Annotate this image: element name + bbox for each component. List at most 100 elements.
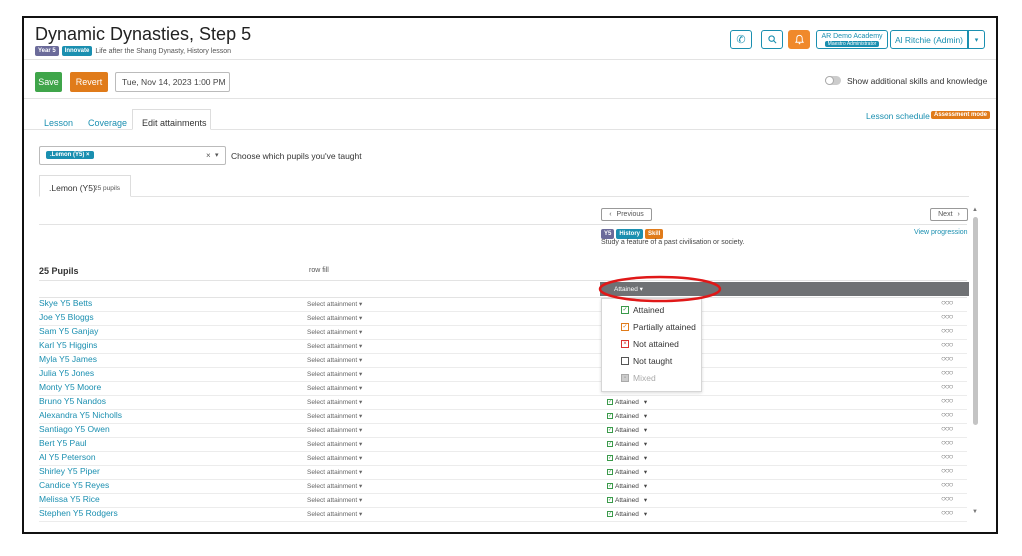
select-attainment[interactable]: Select attainment ▾	[307, 510, 362, 518]
pupil-name[interactable]: Shirley Y5 Piper	[39, 466, 100, 476]
search-button[interactable]	[761, 30, 783, 49]
select-attainment[interactable]: Select attainment ▾	[307, 314, 362, 322]
select-attainment[interactable]: Select attainment ▾	[307, 454, 362, 462]
pupil-name[interactable]: Julia Y5 Jones	[39, 368, 94, 378]
pupil-name[interactable]: Melissa Y5 Rice	[39, 494, 100, 504]
pupil-name[interactable]: Skye Y5 Betts	[39, 298, 92, 308]
clear-icon[interactable]: ×	[206, 151, 211, 160]
pupil-name[interactable]: Joe Y5 Bloggs	[39, 312, 94, 322]
save-button[interactable]: Save	[35, 72, 62, 92]
select-attainment[interactable]: Select attainment ▾	[307, 426, 362, 434]
select-attainment[interactable]: Select attainment ▾	[307, 496, 362, 504]
select-attainment[interactable]: Select attainment ▾	[307, 412, 362, 420]
user-menu[interactable]: Al Ritchie (Admin)	[890, 30, 968, 49]
attainment-value[interactable]: ✓ Attained ▾	[607, 426, 647, 434]
attainment-value[interactable]: ✓ Attained ▾	[607, 510, 647, 518]
select-attainment[interactable]: Select attainment ▾	[307, 342, 362, 350]
view-progression-link[interactable]: View progression	[914, 229, 968, 236]
pupil-name[interactable]: Sam Y5 Ganjay	[39, 326, 98, 336]
class-tab[interactable]: .Lemon (Y5) 25 pupils	[39, 175, 131, 197]
select-attainment[interactable]: Select attainment ▾	[307, 482, 362, 490]
progress-circles-icon[interactable]: ○○○	[941, 494, 953, 503]
dropdown-option[interactable]: ✓ Attained	[621, 305, 664, 315]
scroll-down-icon[interactable]: ▼	[972, 509, 978, 515]
progress-circles-icon[interactable]: ○○○	[941, 438, 953, 447]
divider	[131, 196, 969, 197]
progress-circles-icon[interactable]: ○○○	[941, 508, 953, 517]
scrollbar[interactable]: ▲ ▼	[972, 207, 980, 517]
previous-button[interactable]: ‹ Previous	[601, 208, 652, 221]
select-attainment[interactable]: Select attainment ▾	[307, 328, 362, 336]
option-checkbox-icon: ✓	[621, 323, 629, 331]
dropdown-option[interactable]: × Not attained	[621, 339, 679, 349]
pupil-name[interactable]: Al Y5 Peterson	[39, 452, 96, 462]
progress-circles-icon[interactable]: ○○○	[941, 368, 953, 377]
pupil-name[interactable]: Stephen Y5 Rodgers	[39, 508, 118, 518]
select-attainment[interactable]: Select attainment ▾	[307, 468, 362, 476]
check-icon: ✓	[607, 497, 613, 503]
pupil-name[interactable]: Bert Y5 Paul	[39, 438, 87, 448]
dropdown-option[interactable]: ✓ Partially attained	[621, 322, 696, 332]
pupil-name[interactable]: Candice Y5 Reyes	[39, 480, 109, 490]
chevron-down-icon: ▾	[643, 413, 648, 420]
select-attainment[interactable]: Select attainment ▾	[307, 300, 362, 308]
select-attainment[interactable]: Select attainment ▾	[307, 440, 362, 448]
pupil-name[interactable]: Bruno Y5 Nandos	[39, 396, 106, 406]
lesson-schedule-link[interactable]: Lesson schedule	[866, 111, 930, 121]
lesson-datetime[interactable]: Tue, Nov 14, 2023 1:00 PM	[115, 72, 230, 92]
chip-close-icon[interactable]: ×	[86, 152, 90, 158]
progress-circles-icon[interactable]: ○○○	[941, 452, 953, 461]
chevron-down-icon: ▾	[643, 511, 648, 518]
scroll-up-icon[interactable]: ▲	[972, 207, 978, 213]
academy-switcher[interactable]: AR Demo Academy Maestro Administrator	[816, 30, 888, 49]
check-icon: ✓	[607, 399, 613, 405]
attainment-value[interactable]: ✓ Attained ▾	[607, 440, 647, 448]
tab-coverage[interactable]: Coverage	[88, 118, 127, 128]
chevron-down-icon[interactable]: ▾	[215, 151, 219, 159]
attainment-value[interactable]: ✓ Attained ▾	[607, 468, 647, 476]
chevron-right-icon: ›	[957, 211, 960, 218]
attainment-label: Attained	[615, 468, 639, 476]
pupil-name[interactable]: Myla Y5 James	[39, 354, 97, 364]
progress-circles-icon[interactable]: ○○○	[941, 410, 953, 419]
pupil-name[interactable]: Karl Y5 Higgins	[39, 340, 97, 350]
attainment-value[interactable]: ✓ Attained ▾	[607, 412, 647, 420]
progress-circles-icon[interactable]: ○○○	[941, 466, 953, 475]
progress-circles-icon[interactable]: ○○○	[941, 312, 953, 321]
select-attainment[interactable]: Select attainment ▾	[307, 398, 362, 406]
next-button[interactable]: Next ›	[930, 208, 968, 221]
class-select[interactable]: .Lemon (Y5) × × ▾	[39, 146, 226, 165]
attainment-value[interactable]: ✓ Attained ▾	[607, 496, 647, 504]
attainment-value[interactable]: ✓ Attained ▾	[607, 398, 647, 406]
revert-button[interactable]: Revert	[70, 72, 108, 92]
divider	[24, 98, 996, 99]
progress-circles-icon[interactable]: ○○○	[941, 480, 953, 489]
progress-circles-icon[interactable]: ○○○	[941, 326, 953, 335]
user-name: Al Ritchie (Admin)	[894, 34, 964, 45]
user-menu-toggle[interactable]: ▾	[968, 30, 985, 49]
select-attainment[interactable]: Select attainment ▾	[307, 384, 362, 392]
year-tag: Year 5	[35, 46, 59, 56]
select-attainment[interactable]: Select attainment ▾	[307, 370, 362, 378]
progress-circles-icon[interactable]: ○○○	[941, 354, 953, 363]
progress-circles-icon[interactable]: ○○○	[941, 382, 953, 391]
pupil-name[interactable]: Monty Y5 Moore	[39, 382, 101, 392]
pupil-name[interactable]: Alexandra Y5 Nicholls	[39, 410, 122, 420]
tab-edit-attainments[interactable]: Edit attainments	[132, 109, 211, 130]
select-attainment[interactable]: Select attainment ▾	[307, 356, 362, 364]
class-select-hint: Choose which pupils you've taught	[231, 151, 362, 161]
progress-circles-icon[interactable]: ○○○	[941, 298, 953, 307]
additional-skills-toggle[interactable]	[825, 76, 841, 85]
phone-button[interactable]: ✆	[730, 30, 752, 49]
tab-lesson[interactable]: Lesson	[44, 118, 73, 128]
attainment-value[interactable]: ✓ Attained ▾	[607, 454, 647, 462]
progress-circles-icon[interactable]: ○○○	[941, 424, 953, 433]
scrollbar-thumb[interactable]	[973, 217, 978, 425]
pupil-name[interactable]: Santiago Y5 Owen	[39, 424, 110, 434]
select-attainment-label: Select attainment	[307, 371, 358, 378]
attainment-value[interactable]: ✓ Attained ▾	[607, 482, 647, 490]
progress-circles-icon[interactable]: ○○○	[941, 340, 953, 349]
dropdown-option[interactable]: Not taught	[621, 356, 672, 366]
progress-circles-icon[interactable]: ○○○	[941, 396, 953, 405]
notifications-button[interactable]	[788, 30, 810, 49]
